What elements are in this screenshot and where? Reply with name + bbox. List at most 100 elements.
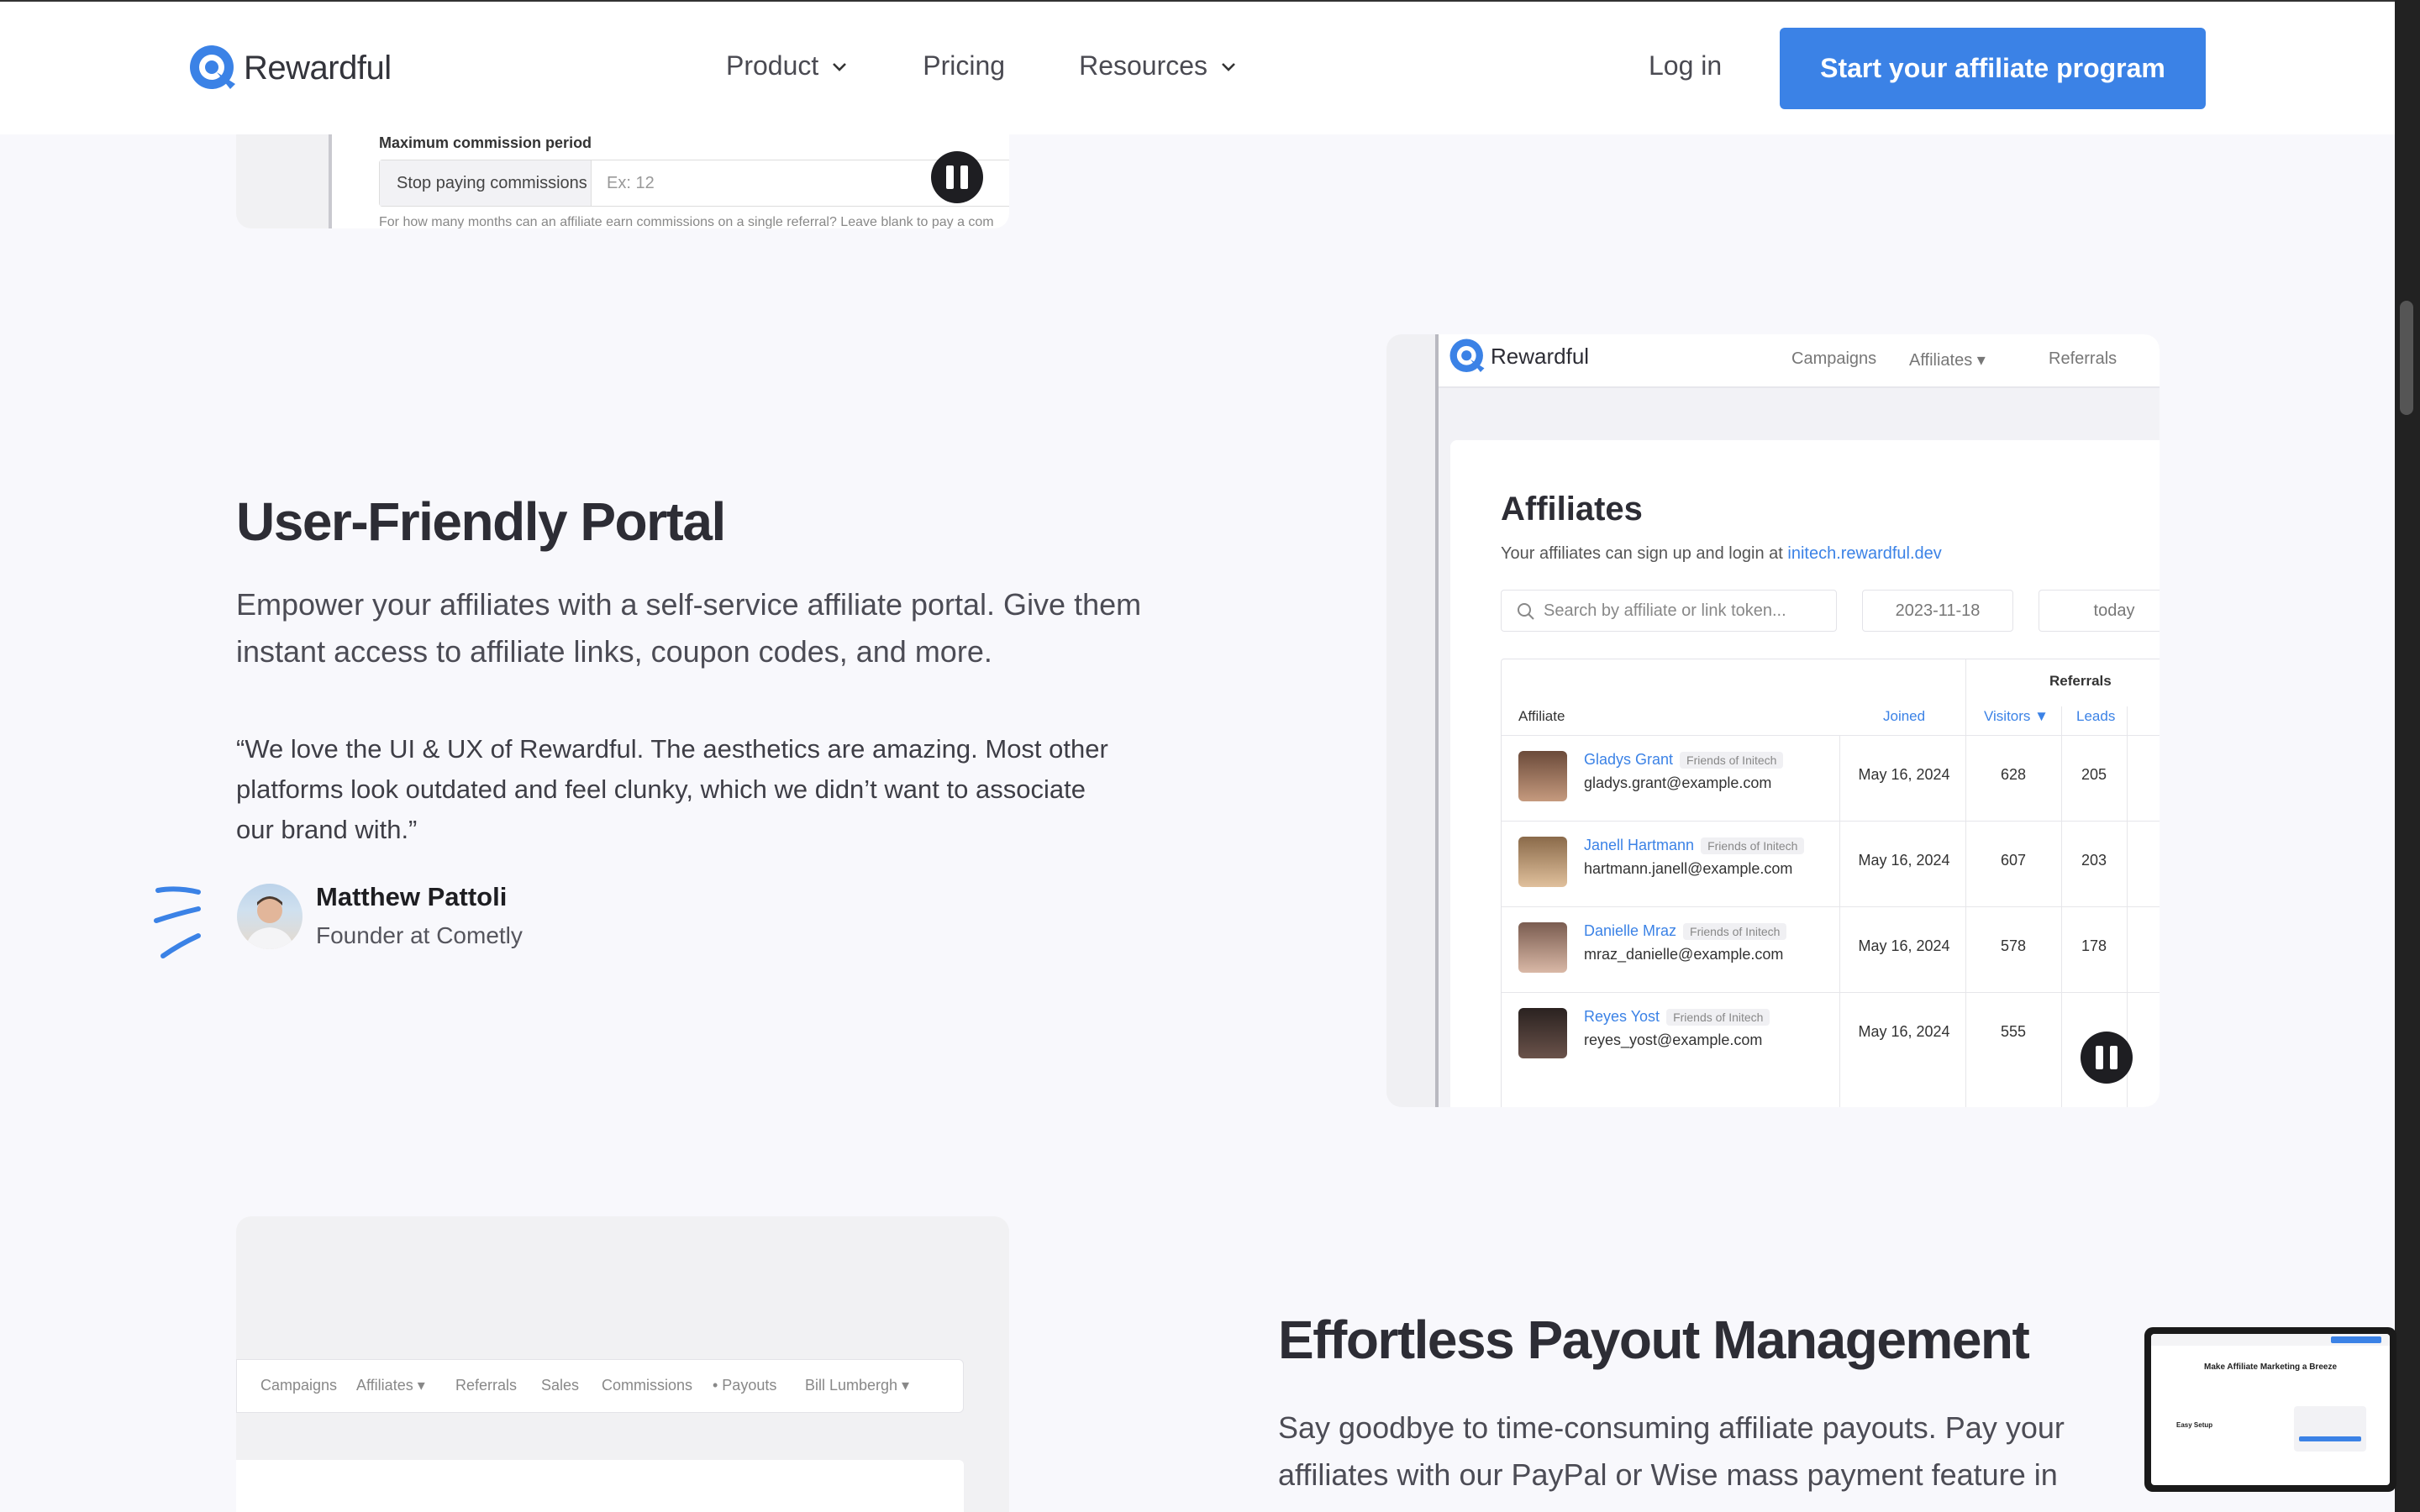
affiliate-leads: 178 (2081, 937, 2107, 954)
affiliate-photo (1518, 1008, 1567, 1058)
affiliate-name-text: Janell Hartmann (1584, 837, 1695, 853)
testimonial-quote: “We love the UI & UX of Rewardful. The a… (236, 734, 1108, 844)
affiliate-name-text: Danielle Mraz (1584, 922, 1677, 939)
portal-nav-referrals: Referrals (2049, 349, 2118, 368)
table-row: Danielle Mraz Friends of Initech mraz_dan… (1502, 906, 2160, 992)
pause-bar-icon (2096, 1046, 2103, 1069)
preview-cta-button (2331, 1336, 2381, 1343)
portal-page-title: Affiliates (1501, 491, 1643, 528)
payout-nav-affiliates: Affiliates ▾ (356, 1377, 425, 1394)
login-link[interactable]: Log in (1649, 50, 1722, 81)
preview-panel (2294, 1406, 2366, 1452)
nav-pricing[interactable]: Pricing (923, 50, 1005, 81)
affiliate-visitors: 578 (2000, 937, 2027, 954)
affiliate-joined: May 16, 2024 (1858, 852, 1950, 869)
commission-period-label: Maximum commission period (379, 134, 592, 151)
payout-nav-referrals: Referrals (455, 1377, 518, 1394)
nav-resources[interactable]: Resources (1079, 50, 1238, 81)
affiliate-email: hartmann.janell@example.com (1584, 860, 1793, 877)
commission-form-preview: Maximum commission period Stop paying co… (329, 134, 1009, 228)
nav-product-label: Product (726, 50, 819, 81)
affiliate-photo (1518, 751, 1567, 801)
commission-period-input: Ex: 12 (607, 173, 655, 192)
affiliate-leads: 203 (2081, 852, 2107, 869)
author-avatar (237, 884, 302, 949)
portal-search-field: Search by affiliate or link token... (1501, 590, 1837, 632)
payout-nav-user: Bill Lumbergh ▾ (805, 1377, 910, 1394)
portal-brand-name: Rewardful (1491, 343, 1590, 369)
affiliate-name-text: Gladys Grant (1584, 751, 1674, 768)
affiliate-visitors: 607 (2000, 852, 2027, 869)
commission-video-card: Maximum commission period Stop paying co… (236, 134, 1009, 228)
table-header-leads: Leads (2076, 708, 2116, 724)
preview-panel-button (2299, 1436, 2361, 1441)
portal-date-from: 2023-11-18 (1862, 590, 2013, 632)
portal-affiliates-card: Affiliates Your affiliates can sign up a… (1450, 440, 2160, 1107)
nav-product[interactable]: Product (726, 50, 849, 81)
affiliate-campaign-tag: Friends of Initech (1666, 1009, 1770, 1026)
preview-screen: Make Affiliate Marketing a Breeze Easy S… (2151, 1334, 2390, 1485)
affiliate-campaign-tag: Friends of Initech (1683, 923, 1787, 940)
table-row: Janell Hartmann Friends of Initech hartma… (1502, 821, 2160, 906)
portal-affiliates-table: Referrals Affiliate Joined Visitors ▼ Le… (1501, 659, 2160, 1107)
affiliate-photo (1518, 922, 1567, 973)
table-group-header: Referrals (2049, 673, 2112, 689)
portal-search-placeholder: Search by affiliate or link token... (1544, 601, 1786, 620)
main-nav: Product Pricing Resources (726, 50, 1238, 81)
pause-bar-icon (960, 165, 968, 189)
payout-nav-payouts: • Payouts (713, 1377, 777, 1394)
payout-nav-sales: Sales (541, 1377, 580, 1394)
payout-nav-commissions: Commissions (602, 1377, 693, 1394)
table-row: Gladys Grant Friends of Initech gladys.gr… (1502, 735, 2160, 821)
table-header-affiliate: Affiliate (1518, 708, 1565, 724)
affiliate-joined: May 16, 2024 (1858, 1023, 1950, 1040)
payout-topbar: Campaigns Affiliates ▾ Referrals Sales C… (236, 1359, 964, 1413)
payout-section-title: Effortless Payout Management (1278, 1310, 2030, 1370)
payout-body-preview (236, 1460, 964, 1512)
affiliate-joined: May 16, 2024 (1858, 937, 1950, 954)
portal-nav-campaigns: Campaigns (1791, 349, 1877, 368)
affiliate-joined: May 16, 2024 (1858, 766, 1950, 783)
table-header-visitors: Visitors ▼ (1984, 708, 2049, 724)
affiliate-name-text: Reyes Yost (1584, 1008, 1660, 1025)
brand-name: Rewardful (244, 49, 392, 87)
scrollbar-track[interactable] (2395, 0, 2420, 1512)
rewardful-logo-icon (1449, 339, 1485, 372)
portal-app-preview: Rewardful Campaigns Affiliates ▾ Referra… (1435, 334, 2160, 1107)
affiliate-email: mraz_danielle@example.com (1584, 946, 1784, 963)
affiliate-visitors: 628 (2000, 766, 2027, 783)
preview-section-label: Easy Setup (2176, 1421, 2213, 1429)
affiliate-campaign-tag: Friends of Initech (1680, 752, 1784, 769)
chevron-down-icon (833, 62, 847, 71)
pause-bar-icon (2110, 1046, 2118, 1069)
scrollbar-thumb[interactable] (2400, 301, 2413, 415)
floating-video-preview[interactable]: Make Affiliate Marketing a Breeze Easy S… (2144, 1327, 2396, 1492)
portal-topbar: Rewardful Campaigns Affiliates ▾ Referra… (1439, 334, 2160, 388)
start-program-button[interactable]: Start your affiliate program (1780, 28, 2206, 109)
affiliate-photo (1518, 837, 1567, 887)
payout-nav-campaigns: Campaigns (260, 1377, 338, 1394)
quote-accent-icon (154, 886, 201, 958)
search-icon (1518, 603, 1534, 620)
brand-logo[interactable]: Rewardful (188, 44, 392, 92)
nav-pricing-label: Pricing (923, 50, 1006, 81)
portal-date-to: today (2039, 590, 2160, 632)
author-portrait-icon (245, 896, 294, 949)
pause-video-button[interactable] (931, 151, 983, 203)
affiliate-name: Reyes Yost Friends of Initech (1584, 1008, 1770, 1026)
portal-subtitle: Your affiliates can sign up and login at… (1501, 544, 1942, 564)
payout-section-lead: Say goodbye to time-consuming affiliate … (1278, 1410, 2065, 1492)
commission-period-prefix: Stop paying commissions (380, 160, 592, 206)
pause-bar-icon (946, 165, 954, 189)
affiliate-campaign-tag: Friends of Initech (1701, 837, 1805, 854)
author-name: Matthew Pattoli (316, 882, 508, 911)
nav-resources-label: Resources (1079, 50, 1208, 81)
portal-nav-affiliates: Affiliates ▾ (1909, 351, 1986, 370)
affiliate-name: Gladys Grant Friends of Initech (1584, 751, 1784, 769)
affiliate-leads: 205 (2081, 766, 2107, 783)
portal-section-lead: Empower your affiliates with a self-serv… (236, 587, 1142, 669)
table-header-joined: Joined (1883, 708, 1926, 724)
affiliate-visitors: 555 (2000, 1023, 2027, 1040)
pause-video-button[interactable] (2081, 1032, 2133, 1084)
preview-headline: Make Affiliate Marketing a Breeze (2203, 1362, 2338, 1372)
